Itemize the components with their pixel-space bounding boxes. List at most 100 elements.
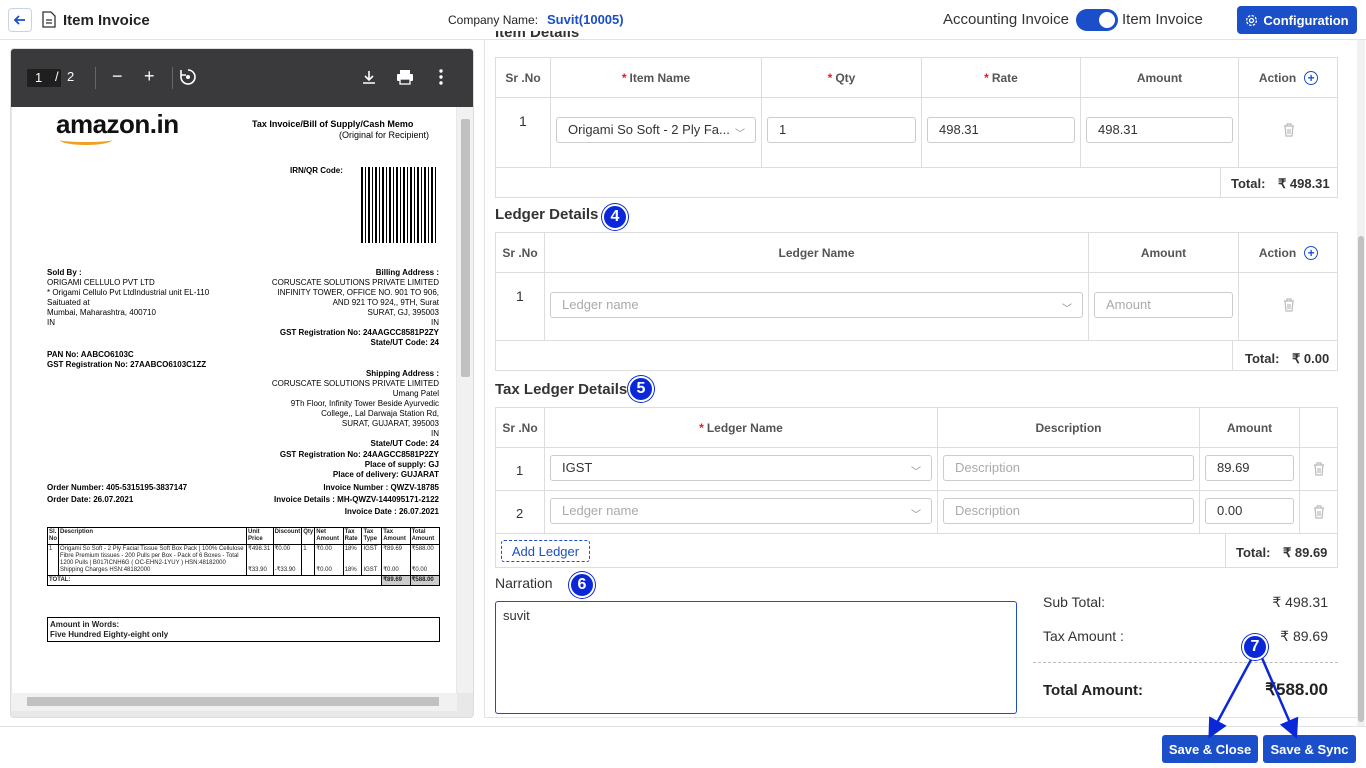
- cell: ₹498.31 ₹33.90: [246, 544, 274, 576]
- billing-line: SURAT, GJ, 395003: [367, 308, 439, 317]
- ledger-total-label: Total:: [1245, 351, 1280, 366]
- trash-icon[interactable]: [1313, 505, 1325, 519]
- add-item-icon[interactable]: +: [1304, 70, 1319, 85]
- print-icon[interactable]: [396, 69, 414, 85]
- summary-divider: [1033, 662, 1338, 663]
- header-cell: Net Amount: [314, 527, 344, 545]
- header-amount: Amount: [1089, 233, 1239, 273]
- page-separator: /: [55, 69, 59, 84]
- rate-input[interactable]: 498.31: [927, 117, 1075, 143]
- header-cell: Qty: [301, 527, 316, 545]
- tax-srno-cell: 1: [496, 448, 545, 491]
- required-marker: *: [984, 70, 989, 85]
- header-cell: Tax Rate: [342, 527, 363, 545]
- cell-text: ₹0.00: [383, 567, 399, 573]
- scroll-thumb[interactable]: [1358, 236, 1364, 722]
- total-amount-cell: ₹588.00: [409, 575, 441, 586]
- configuration-button[interactable]: Configuration: [1237, 6, 1357, 34]
- invoice-number: Invoice Number : QWZV-18785: [323, 483, 439, 492]
- amount-in-words: Amount in Words: Five Hundred Eighty-eig…: [47, 617, 440, 642]
- tax-description-input[interactable]: Description: [943, 455, 1194, 481]
- tax-total-value: ₹ 89.69: [1283, 545, 1328, 560]
- narration-textarea[interactable]: suvit: [495, 601, 1017, 714]
- shipping-line: CORUSCATE SOLUTIONS PRIVATE LIMITED: [271, 379, 439, 388]
- header-cell: Tax Amount: [381, 527, 411, 545]
- header-srno: Sr .No: [496, 408, 545, 448]
- back-button[interactable]: [8, 8, 32, 32]
- chevron-down-icon: ﹀: [911, 467, 921, 478]
- invoice-date: Invoice Date : 26.07.2021: [344, 507, 439, 516]
- scroll-thumb[interactable]: [461, 119, 470, 377]
- save-sync-button[interactable]: Save & Sync: [1263, 735, 1356, 763]
- tax-amount-input[interactable]: 0.00: [1205, 498, 1294, 524]
- order-number: Order Number: 405-5315195-3837147: [47, 483, 188, 492]
- sold-by-line: ORIGAMI CELLULO PVT LTD: [47, 278, 155, 287]
- pdf-horizontal-scrollbar[interactable]: [11, 693, 457, 711]
- ledger-total-spacer: [496, 341, 1233, 371]
- invoice-table-row: 1 Origami So Soft - 2 Ply Facial Tissue …: [47, 544, 441, 576]
- gear-icon: [1246, 14, 1258, 26]
- pan-number: PAN No: AABCO6103C: [47, 350, 134, 359]
- zoom-out-icon[interactable]: −: [112, 65, 123, 87]
- cell: 1: [47, 544, 59, 576]
- shipping-line: Umang Patel: [392, 389, 439, 398]
- ledger-amount-input[interactable]: Amount: [1094, 292, 1233, 318]
- add-ledger-button[interactable]: Add Ledger: [501, 540, 590, 562]
- zoom-in-icon[interactable]: +: [144, 65, 155, 87]
- order-date: Order Date: 26.07.2021: [47, 495, 134, 504]
- pdf-vertical-scrollbar[interactable]: [457, 107, 473, 693]
- header-action: Action +: [1239, 58, 1338, 98]
- tax-amount-label: Tax Amount :: [1043, 628, 1124, 644]
- item-details-title: Item Details: [495, 31, 579, 40]
- header-qty-text: Qty: [835, 70, 856, 85]
- rotate-icon[interactable]: [179, 68, 197, 86]
- tax-ledger-select[interactable]: Ledger name ﹀: [550, 498, 932, 524]
- shipping-label: Shipping Address :: [365, 369, 439, 378]
- chevron-down-icon: ﹀: [911, 510, 921, 521]
- invoice-title: Tax Invoice/Bill of Supply/Cash Memo: [252, 119, 414, 129]
- trash-icon[interactable]: [1283, 298, 1295, 312]
- cell-text: ₹0.00: [411, 567, 428, 573]
- header-amount: Amount: [1200, 408, 1300, 448]
- qr-code: [361, 167, 437, 243]
- header-action: Action +: [1239, 233, 1338, 273]
- cell-text: IGST: [363, 546, 378, 552]
- item-details-title-text: Item Details: [495, 31, 580, 40]
- cell-text: ₹588.00: [411, 546, 434, 552]
- pdf-page: amazon.in Tax Invoice/Bill of Supply/Cas…: [12, 107, 456, 693]
- sold-by-line: * Origami Cellulo Pvt LtdIndustrial unit…: [47, 288, 210, 297]
- page-title: Item Invoice: [63, 12, 150, 29]
- save-close-button[interactable]: Save & Close: [1162, 735, 1258, 763]
- qty-input[interactable]: 1: [767, 117, 916, 143]
- tax-amount-input[interactable]: 89.69: [1205, 455, 1294, 481]
- scroll-thumb[interactable]: [27, 697, 439, 706]
- item-name-select[interactable]: Origami So Soft - 2 Ply Fa... ﹀: [556, 117, 756, 143]
- more-vertical-icon[interactable]: [439, 69, 443, 85]
- toggle-knob: [1099, 12, 1115, 28]
- sold-by-label: Sold By :: [47, 268, 82, 277]
- configuration-label: Configuration: [1263, 12, 1349, 28]
- top-bar: Item Invoice Company Name: Suvit(10005) …: [0, 0, 1366, 40]
- tax-srno: 1: [516, 463, 524, 478]
- download-icon[interactable]: [361, 69, 377, 85]
- cell: IGST IGST: [361, 544, 383, 576]
- tax-description-input[interactable]: Description: [943, 498, 1194, 524]
- ledger-name-select[interactable]: Ledger name ﹀: [550, 292, 1083, 318]
- tax-ledger-details-title: Tax Ledger Details: [495, 381, 628, 398]
- invoice-type-toggle[interactable]: [1076, 9, 1118, 31]
- amount-input[interactable]: 498.31: [1086, 117, 1233, 143]
- billing-label: Billing Address :: [375, 268, 439, 277]
- header-ledger-name: Ledger Name: [545, 233, 1089, 273]
- form-scrollbar[interactable]: [1357, 40, 1365, 726]
- tax-ledger-placeholder: Ledger name: [562, 503, 639, 518]
- trash-icon[interactable]: [1313, 462, 1325, 476]
- trash-icon[interactable]: [1283, 123, 1295, 137]
- add-ledger-icon[interactable]: +: [1304, 245, 1319, 260]
- sold-by-line: IN: [47, 318, 55, 327]
- tax-ledger-select[interactable]: IGST ﹀: [550, 455, 932, 481]
- state-shipping: State/UT Code: 24: [370, 439, 439, 448]
- step-badge-6: 6: [569, 572, 595, 598]
- item-total-label: Total:: [1231, 176, 1266, 191]
- header-cell: Discount: [272, 527, 303, 545]
- invoice-details: Invoice Details : MH-QWZV-144095171-2122: [274, 495, 439, 504]
